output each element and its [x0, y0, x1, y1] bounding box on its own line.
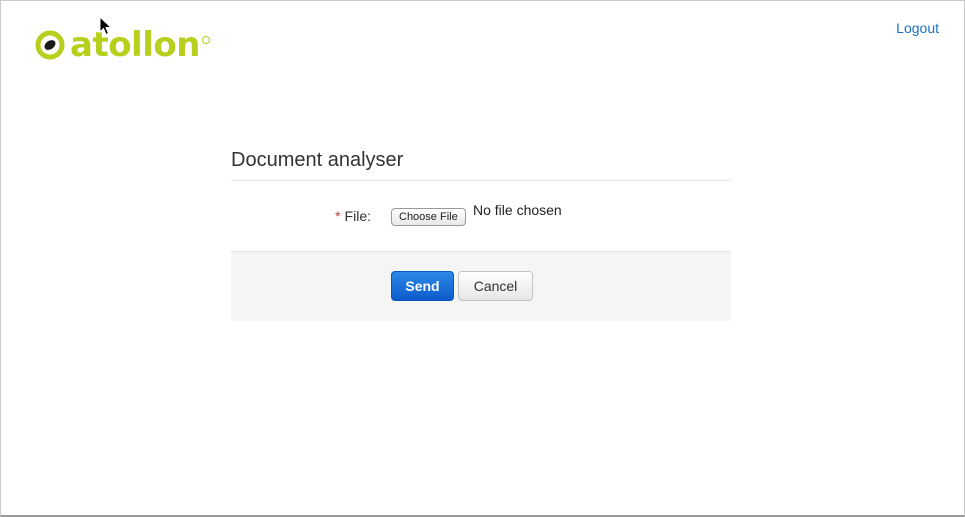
- file-field-label: * File:: [335, 208, 371, 224]
- form-title: Document analyser: [231, 147, 731, 181]
- app-window: atollon Logout Document analyser * File: …: [0, 0, 965, 517]
- required-marker: *: [335, 208, 341, 224]
- mouse-pointer-icon: [99, 16, 113, 36]
- choose-file-button[interactable]: Choose File: [391, 208, 466, 226]
- cancel-button[interactable]: Cancel: [458, 271, 533, 301]
- brand-name: atollon: [70, 25, 200, 65]
- form-actions: Send Cancel: [231, 251, 731, 321]
- brand-logo[interactable]: atollon: [35, 25, 210, 65]
- send-button[interactable]: Send: [391, 271, 454, 301]
- logout-link[interactable]: Logout: [896, 20, 939, 36]
- brand-degree-mark: [201, 36, 210, 44]
- atollon-logo-icon: [35, 30, 65, 60]
- document-analyser-form: Document analyser * File: Choose File No …: [231, 147, 731, 321]
- file-field-row: * File: Choose File No file chosen: [231, 181, 731, 251]
- file-status-text: No file chosen: [473, 202, 562, 218]
- file-label-text: File:: [344, 208, 371, 224]
